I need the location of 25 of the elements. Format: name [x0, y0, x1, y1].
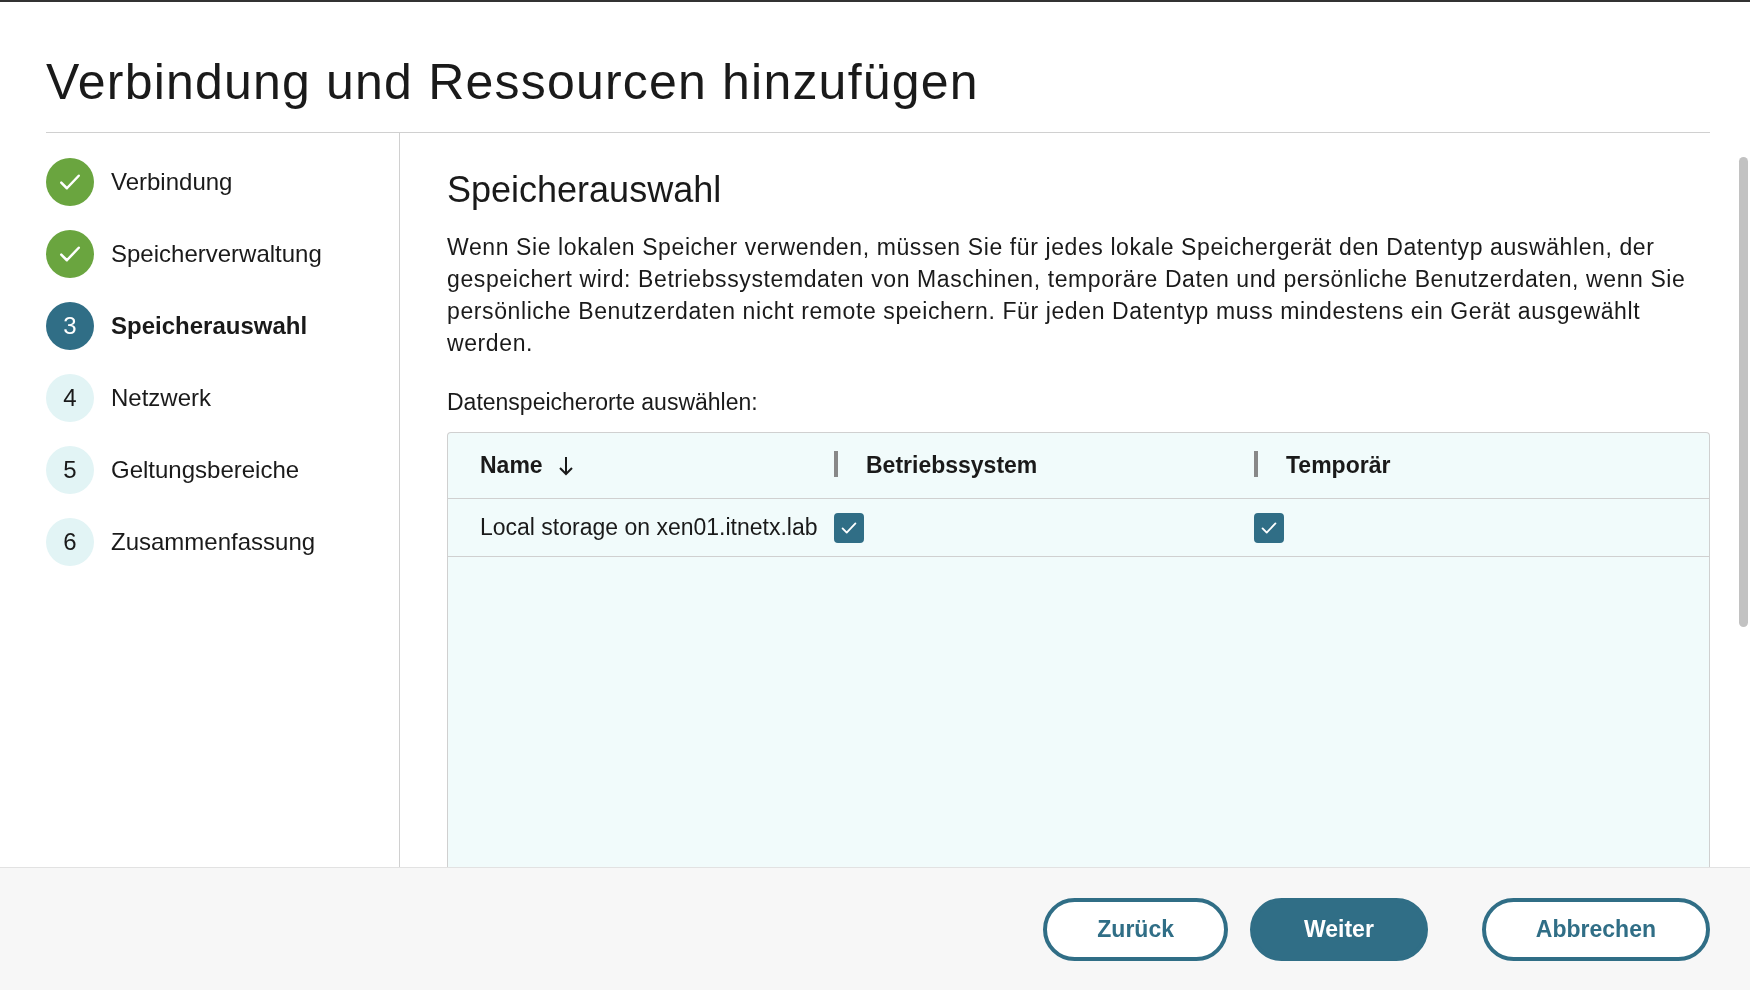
step-label[interactable]: Speicherauswahl [111, 312, 308, 340]
step-label[interactable]: Speicherverwaltung [111, 240, 322, 268]
scrollbar[interactable] [1739, 157, 1748, 627]
step-label[interactable]: Geltungsbereiche [111, 456, 300, 484]
column-header[interactable]: Name [480, 452, 575, 479]
sort-arrow-icon[interactable] [556, 454, 575, 477]
checkbox[interactable] [1254, 512, 1284, 543]
secondary-button[interactable]: Zurück [1043, 897, 1228, 961]
next-button[interactable]: Weiter [1249, 897, 1428, 961]
column-header[interactable]: Temporär [1286, 452, 1391, 479]
description-text: Wenn Sie lokalen Speicher verwenden, müssen Sie für jedes lokale Speichergerät den Datentyp auswählen, der gespeichert wird: Betriebssystemdaten von Maschinen, temporäre Daten und persönliche Benutzerdaten, wenn Sie persönliche Benutzerdaten nicht remote speichern. Für jeden Datentyp muss mindestens ein Gerät ausgewählt werden. [447, 233, 1687, 358]
step-indicator: 6 [46, 518, 94, 566]
section-heading: Speicherauswahl [447, 169, 723, 211]
step-label[interactable]: Verbindung [111, 168, 233, 196]
dialog-title: Verbindung und Ressourcen hinzufügen [46, 52, 1710, 133]
step-indicator: 3 [46, 302, 94, 350]
step-label[interactable]: Netzwerk [111, 384, 212, 412]
secondary-button[interactable]: Abbrechen [1481, 897, 1710, 961]
step-label[interactable]: Zusammenfassung [111, 528, 316, 556]
checkbox[interactable] [834, 512, 864, 543]
table-cell: Local storage on xen01.itnetx.lab [480, 514, 818, 541]
step-indicator: 5 [46, 446, 94, 494]
column-header[interactable]: Betriebssystem [866, 452, 1038, 479]
table-label: Datenspeicherorte auswählen: [447, 389, 759, 416]
step-indicator: 4 [46, 374, 94, 422]
